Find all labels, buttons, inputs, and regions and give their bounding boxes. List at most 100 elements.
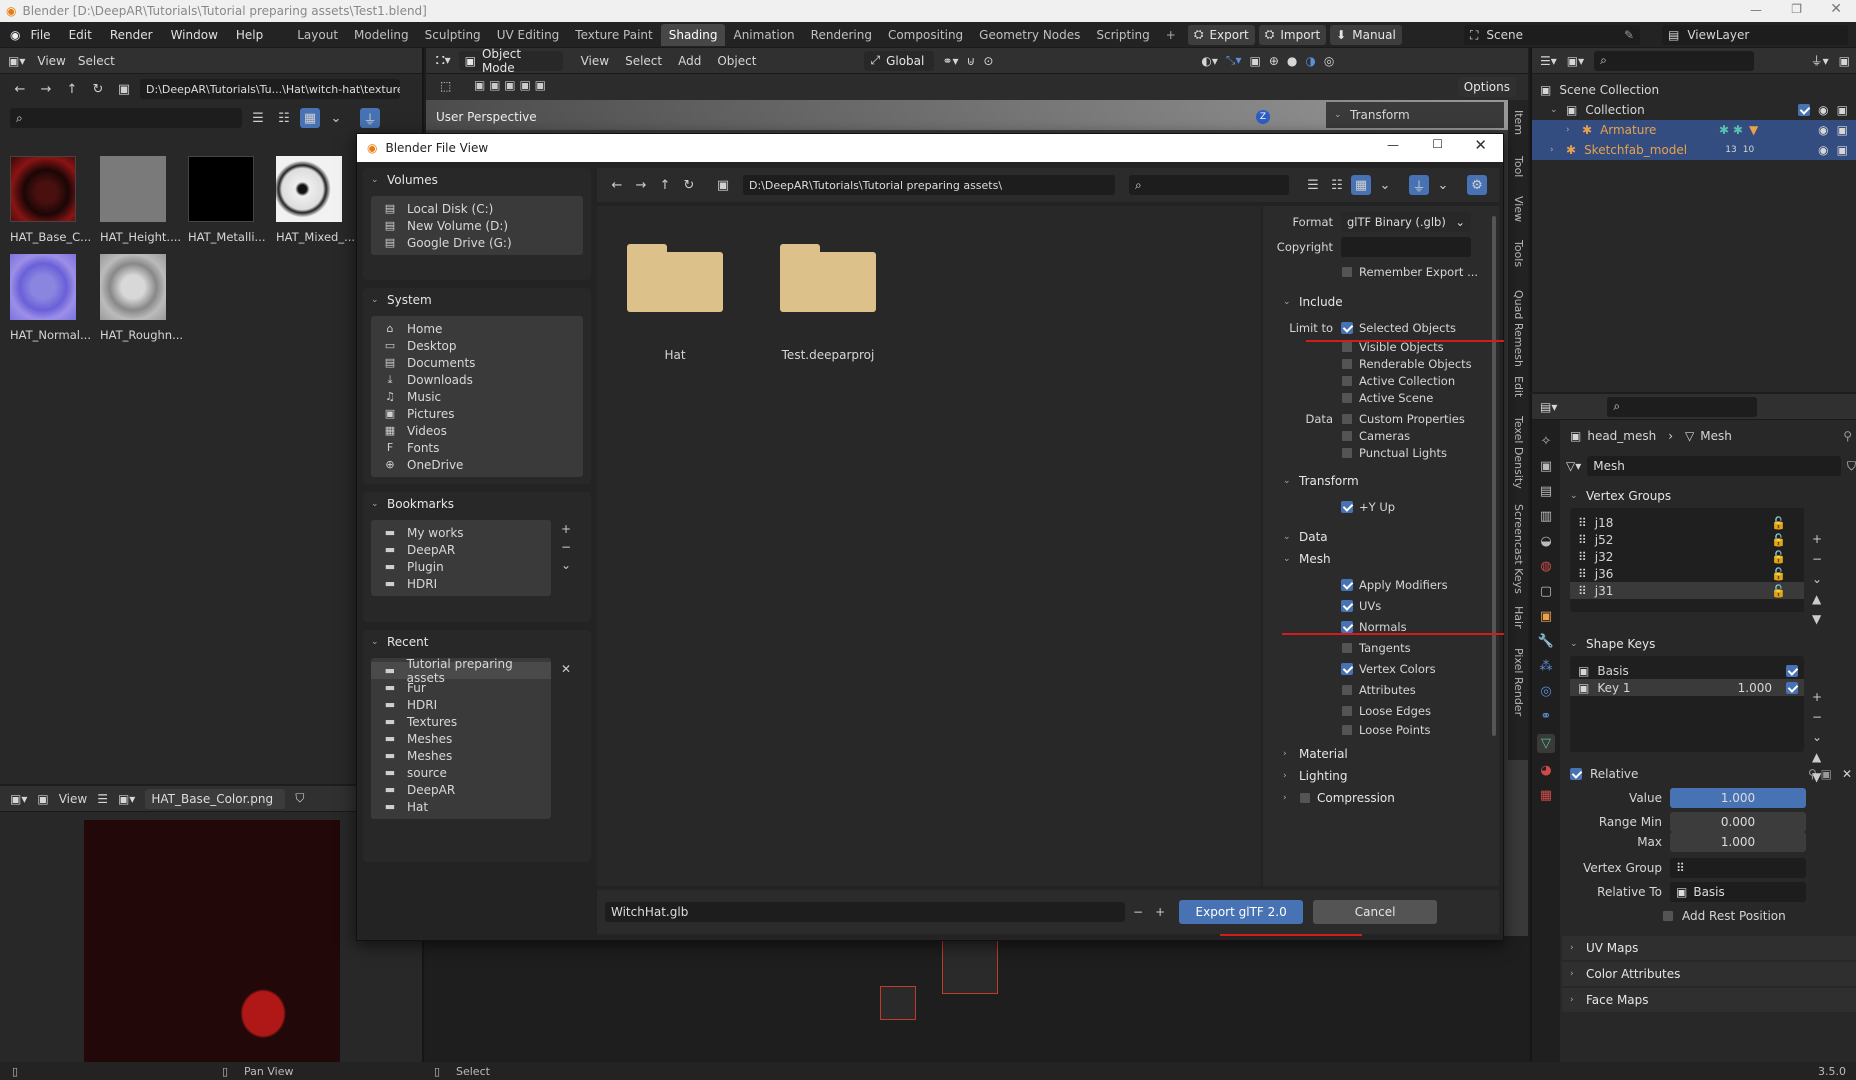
bookmark-deepar[interactable]: ▬ DeepAR xyxy=(371,541,551,558)
thumb-roughness[interactable]: HAT_Roughn... xyxy=(100,254,183,342)
system-music[interactable]: ♫ Music xyxy=(371,388,583,405)
blender-menu-icon[interactable]: ◉ xyxy=(10,28,20,42)
filter-icon[interactable]: ⏚ xyxy=(360,108,380,128)
forward-icon[interactable]: → xyxy=(36,79,56,99)
quick-export-button[interactable]: ⛭ Export xyxy=(1187,24,1255,45)
active-scene-checkbox[interactable] xyxy=(1341,391,1353,404)
clear-recent-icon[interactable]: ✕ xyxy=(561,662,571,676)
modifier-tab-icon[interactable]: 🔧 xyxy=(1538,634,1554,649)
fake-user-icon[interactable]: ⛉ xyxy=(1847,459,1856,474)
thumb-mixed[interactable]: HAT_Mixed_... xyxy=(276,156,355,244)
fake-user-icon[interactable]: ⛉ xyxy=(295,791,304,806)
material-tab-icon[interactable]: ◕ xyxy=(1540,763,1551,778)
export-gltf-button[interactable]: Export glTF 2.0 xyxy=(1179,900,1304,924)
output-tab-icon[interactable]: ▤ xyxy=(1540,484,1552,499)
system-onedrive[interactable]: ⊕ OneDrive xyxy=(371,456,583,473)
shading-wire-icon[interactable]: ⊕ xyxy=(1269,54,1279,68)
outliner-armature[interactable]: › ✱ Armature ✱ ✱ ▼ ◉ ▣ xyxy=(1532,120,1856,140)
outliner-display-icon[interactable]: ▣▾ xyxy=(1567,54,1584,68)
list-item[interactable]: ▣ Key 1 1.000 xyxy=(1570,679,1804,696)
tab-animation[interactable]: Animation xyxy=(725,24,802,46)
sk-move-up-icon[interactable]: ▲ xyxy=(1812,750,1822,764)
sidebar-tab-tools[interactable]: Tools xyxy=(1512,240,1525,267)
chevron-down-icon[interactable]: ⌄ xyxy=(1433,175,1453,195)
image-browse-icon[interactable]: ▣▾ xyxy=(118,792,135,806)
camera-icon[interactable]: ▣ xyxy=(1837,143,1848,157)
system-desktop[interactable]: ▭ Desktop xyxy=(371,337,583,354)
select-box-tool-icon[interactable]: ⬚ xyxy=(440,79,451,93)
dialog-minimize-icon[interactable]: — xyxy=(1387,138,1399,152)
lock-icon[interactable]: 🔓 xyxy=(1771,516,1786,530)
back-icon[interactable]: ← xyxy=(607,175,627,195)
range-min-field[interactable]: 0.000 xyxy=(1670,812,1806,832)
sidebar-tab-view[interactable]: View xyxy=(1512,196,1525,222)
system-pictures[interactable]: ▣ Pictures xyxy=(371,405,583,422)
lock-icon[interactable]: 🔓 xyxy=(1771,550,1786,564)
snap-icon[interactable]: ⊍ xyxy=(967,54,976,68)
sk-menu-icon[interactable]: ⌄ xyxy=(1812,730,1822,744)
render-tab-icon[interactable]: ▣ xyxy=(1540,459,1552,474)
new-folder-icon[interactable]: ▣ xyxy=(713,175,733,195)
pin-icon[interactable]: ✎ xyxy=(1624,28,1634,42)
thumbnails-icon[interactable]: ▦ xyxy=(300,108,320,128)
mesh-name-field[interactable]: Mesh xyxy=(1587,456,1841,476)
volume-c[interactable]: ▤ Local Disk (C:) xyxy=(371,200,583,217)
pin-icon[interactable]: ⚲ xyxy=(1843,429,1852,443)
add-bookmark-icon[interactable]: + xyxy=(561,522,571,536)
tab-modeling[interactable]: Modeling xyxy=(346,24,417,46)
recent-item-deepar[interactable]: ▬ DeepAR xyxy=(371,781,551,798)
system-home[interactable]: ⌂ Home xyxy=(371,320,583,337)
tool-tab-icon[interactable]: ✧ xyxy=(1541,434,1552,449)
tab-scripting[interactable]: Scripting xyxy=(1088,24,1157,46)
ie-menu-view[interactable]: View xyxy=(59,792,87,806)
remove-vertex-group-icon[interactable]: − xyxy=(1812,552,1822,566)
dialog-search-field[interactable]: ⌕ xyxy=(1129,175,1289,195)
shape-keys-header[interactable]: ⌄ Shape Keys xyxy=(1562,632,1856,656)
tab-layout[interactable]: Layout xyxy=(289,24,346,46)
dialog-path-field[interactable]: D:\DeepAR\Tutorials\Tutorial preparing a… xyxy=(743,175,1115,195)
loose-points-checkbox[interactable] xyxy=(1341,724,1353,736)
volumes-header[interactable]: ⌄ Volumes xyxy=(363,168,591,192)
thumb-height[interactable]: HAT_Height.... xyxy=(100,156,181,244)
orientation-dropdown[interactable]: ⤢ Global xyxy=(864,50,935,71)
menu-file[interactable]: File xyxy=(30,28,50,42)
sidebar-tab-item[interactable]: Item xyxy=(1512,110,1525,135)
sidebar-tab-texel-density[interactable]: Texel Density xyxy=(1512,416,1525,489)
list-item[interactable]: ⠿ j32 🔓 xyxy=(1570,548,1804,565)
move-up-icon[interactable]: ▲ xyxy=(1812,592,1822,606)
collection-tab-icon[interactable]: ▢ xyxy=(1540,584,1552,599)
chevron-down-icon[interactable]: ⌄ xyxy=(326,108,346,128)
compression-checkbox[interactable] xyxy=(1299,792,1311,804)
add-rest-position-checkbox[interactable] xyxy=(1662,910,1674,922)
physics-tab-icon[interactable]: ◎ xyxy=(1540,684,1551,699)
material-header[interactable]: › Material xyxy=(1263,743,1499,765)
texture-tab-icon[interactable]: ▦ xyxy=(1540,788,1552,803)
gizmo-icon[interactable]: ⤡▾ xyxy=(1226,53,1242,68)
recent-item-textures[interactable]: ▬ Textures xyxy=(371,713,551,730)
add-shape-key-icon[interactable]: + xyxy=(1812,690,1822,704)
recent-item-tutorial[interactable]: ▬ Tutorial preparing assets xyxy=(371,657,551,685)
editor-type-icon[interactable]: ▣▾ xyxy=(8,54,25,68)
ie-menu-icon[interactable]: ☰ xyxy=(97,792,108,806)
overlay-icon[interactable]: ◐▾ xyxy=(1201,54,1218,68)
shader-editor[interactable] xyxy=(426,936,1528,1062)
collection-exclude-checkbox[interactable] xyxy=(1798,104,1811,116)
renderable-objects-checkbox[interactable] xyxy=(1341,357,1353,370)
list-item[interactable]: ⠿ j52 🔓 xyxy=(1570,531,1804,548)
folder-test-deeparproj[interactable]: Test.deeparproj xyxy=(773,242,883,362)
image-name-field[interactable]: HAT_Base_Color.png xyxy=(145,788,286,809)
list-vertical-icon[interactable]: ☰ xyxy=(248,108,268,128)
tab-shading[interactable]: Shading xyxy=(660,23,726,46)
close-icon[interactable]: ✕ xyxy=(1830,1,1842,17)
move-down-icon[interactable]: ▼ xyxy=(1812,612,1822,626)
normals-checkbox[interactable] xyxy=(1341,620,1353,633)
vp-menu-add[interactable]: Add xyxy=(678,54,701,68)
eye-icon[interactable]: ◉ xyxy=(1818,123,1828,137)
recent-item-source[interactable]: ▬ source xyxy=(371,764,551,781)
view-layer-tab-icon[interactable]: ▥ xyxy=(1540,509,1552,524)
constraints-tab-icon[interactable]: ⚭ xyxy=(1541,709,1552,724)
quick-import-button[interactable]: ⛭ Import xyxy=(1258,24,1327,45)
outliner-editor-type-icon[interactable]: ☰▾ xyxy=(1540,54,1557,68)
recent-item-meshes-2[interactable]: ▬ Meshes xyxy=(371,747,551,764)
bookmark-plugin[interactable]: ▬ Plugin xyxy=(371,558,551,575)
